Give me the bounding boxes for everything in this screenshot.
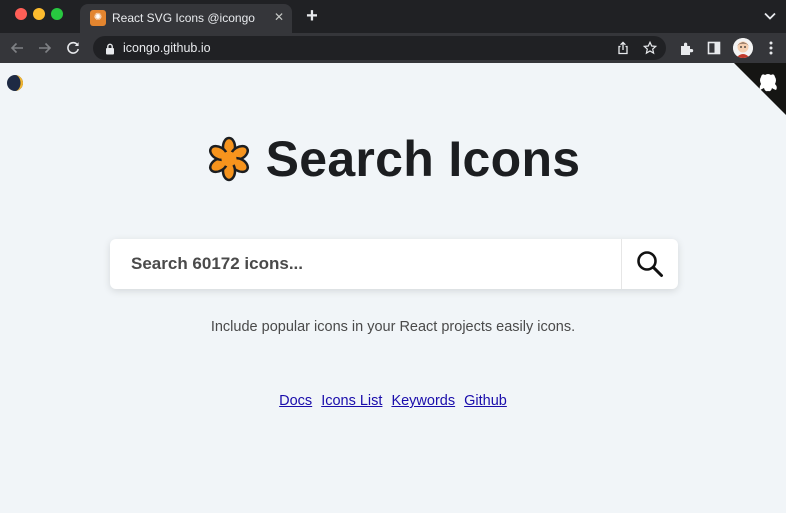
tab-title: React SVG Icons @icongo <box>112 11 255 25</box>
window-maximize-button[interactable] <box>51 8 63 20</box>
sidebar-icon[interactable] <box>706 40 722 56</box>
hero-heading: Search Icons <box>0 131 786 187</box>
window-minimize-button[interactable] <box>33 8 45 20</box>
page-content: Search Icons Include popular icons in yo… <box>0 63 786 513</box>
search-icon <box>637 251 663 277</box>
docs-link[interactable]: Docs <box>279 393 312 409</box>
icons-list-link[interactable]: Icons List <box>321 393 382 409</box>
share-icon[interactable] <box>615 40 631 56</box>
theme-toggle-moon-icon[interactable] <box>6 74 24 92</box>
reload-icon[interactable] <box>63 38 83 58</box>
tab-search-chevron-icon[interactable] <box>762 8 778 24</box>
back-icon[interactable] <box>7 38 27 58</box>
extensions-icon[interactable] <box>678 40 694 56</box>
lock-icon[interactable] <box>104 42 116 55</box>
asterisk-logo-icon <box>206 136 252 182</box>
address-url: icongo.github.io <box>123 41 211 55</box>
tab-favicon-icon: ✺ <box>90 10 106 26</box>
github-link[interactable]: Github <box>464 393 507 409</box>
tab-close-icon[interactable]: ✕ <box>271 9 287 25</box>
window-close-button[interactable] <box>15 8 27 20</box>
search-input[interactable] <box>110 239 621 289</box>
footer-links: Docs Icons List Keywords Github <box>0 393 786 409</box>
more-menu-icon[interactable] <box>763 40 779 56</box>
github-corner-icon[interactable] <box>734 63 786 115</box>
keywords-link[interactable]: Keywords <box>391 393 455 409</box>
search-button[interactable] <box>621 239 678 289</box>
bookmark-star-icon[interactable] <box>642 40 658 56</box>
address-bar[interactable]: icongo.github.io <box>93 36 666 60</box>
browser-tab-active[interactable]: ✺ React SVG Icons @icongo ✕ <box>80 4 292 33</box>
profile-avatar[interactable] <box>733 38 753 58</box>
page-title: Search Icons <box>265 131 581 187</box>
browser-tab-strip: ✺ React SVG Icons @icongo ✕ + <box>0 0 786 33</box>
browser-toolbar: icongo.github.io <box>0 33 786 63</box>
tagline: Include popular icons in your React proj… <box>210 319 576 335</box>
search-box <box>110 239 678 289</box>
forward-icon[interactable] <box>35 38 55 58</box>
new-tab-button[interactable]: + <box>302 6 322 26</box>
